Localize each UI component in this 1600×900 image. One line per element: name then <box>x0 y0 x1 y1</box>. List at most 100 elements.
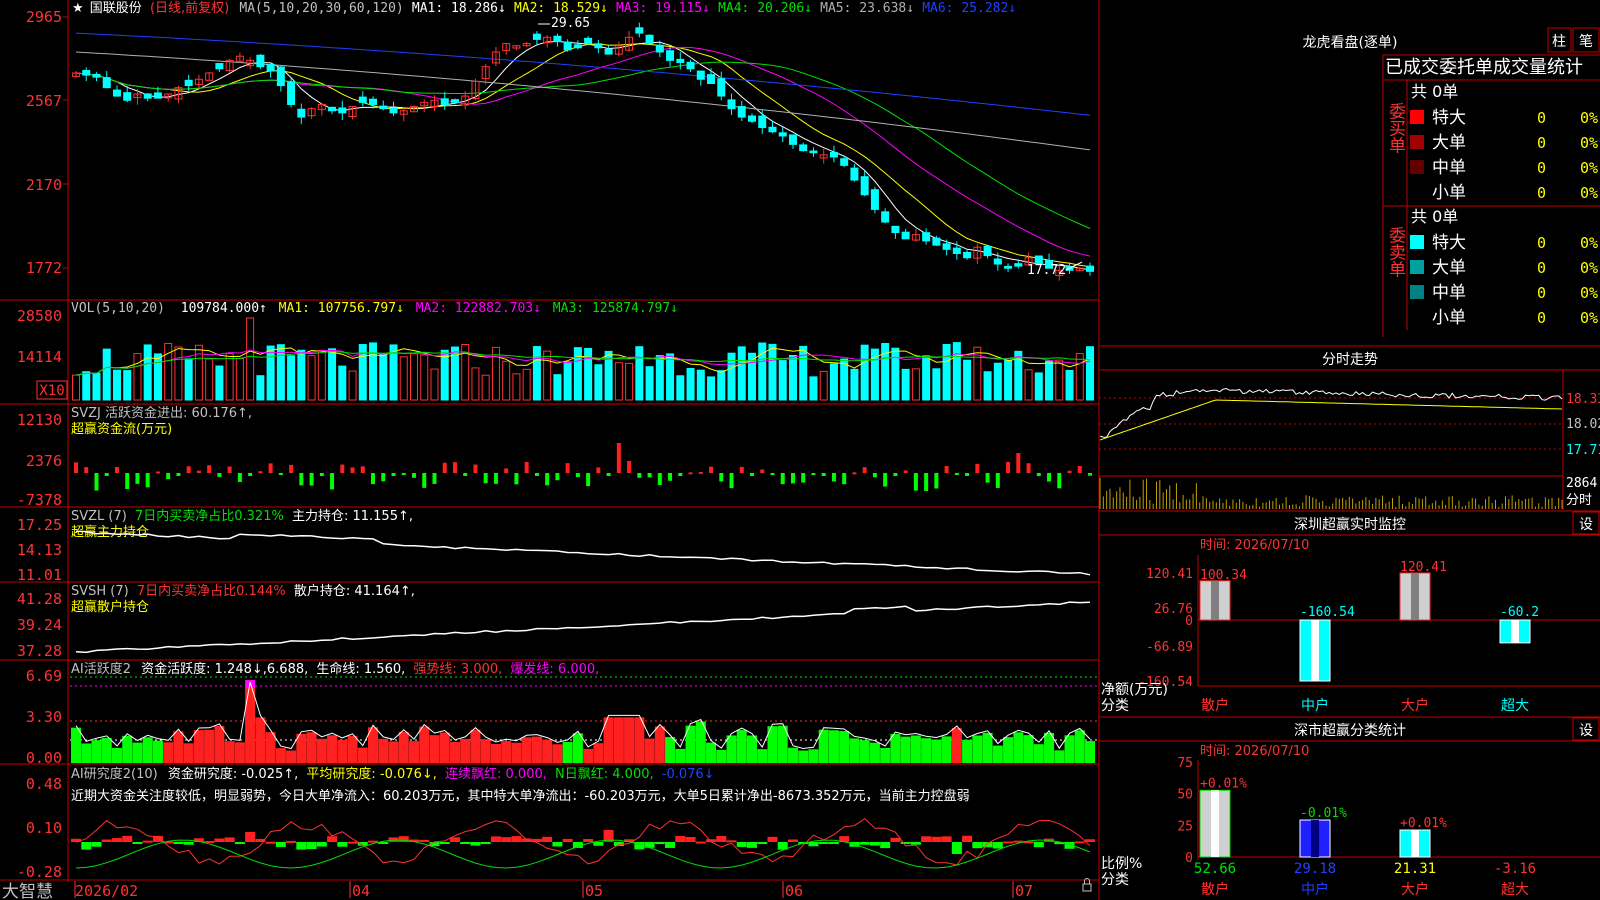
flow-bar <box>74 462 78 473</box>
candle-body <box>153 92 162 99</box>
stock-name: 国联股份 <box>90 1 142 16</box>
research-bar <box>501 837 512 842</box>
volume-bar <box>143 344 152 401</box>
ma5-value: MA5: 23.638↓ <box>820 1 914 16</box>
stats-category: 大户 <box>1401 881 1429 898</box>
active-bar <box>1033 744 1044 763</box>
ai-active-header: AI活跃度2 资金活跃度: 1.248↓,6.688, 生命线: 1.560, … <box>71 661 599 677</box>
volume-bar <box>266 345 275 401</box>
flow-bar <box>412 473 416 478</box>
flow-bar <box>1067 470 1072 473</box>
ma4-value: MA4: 20.206↓ <box>718 1 812 16</box>
active-bar <box>101 737 112 763</box>
research-bar <box>81 842 92 850</box>
flow-bar <box>422 473 427 488</box>
volume-bar <box>829 363 838 401</box>
sell-row-pct: 0% <box>1580 259 1598 277</box>
brand-logo: 大智慧 <box>2 882 53 900</box>
flow-bar <box>401 473 406 475</box>
svsh-sub: 超赢散户持仓 <box>71 599 149 615</box>
ai-research-y-tick: -0.28 <box>17 863 62 881</box>
flow-bar <box>104 473 109 476</box>
ai-active-y-tick: 0.00 <box>26 749 62 767</box>
active-bar <box>398 731 409 763</box>
ai-research-v3: 连续飘红: 0.000, <box>445 766 547 782</box>
flow-bar <box>330 473 335 490</box>
flow-bar <box>678 473 683 476</box>
candle-body <box>369 98 378 105</box>
flow-bar <box>340 464 345 473</box>
volume-bar <box>768 343 777 401</box>
candle-body <box>328 106 337 112</box>
ma2-value: MA2: 18.529↓ <box>514 1 608 16</box>
period-label[interactable]: (日线,前复权) <box>150 0 229 16</box>
flow-bar <box>842 473 847 485</box>
research-bar <box>931 836 942 842</box>
intraday-vol-label: 2864 <box>1566 476 1597 491</box>
research-bar <box>747 842 757 848</box>
flow-bar <box>350 467 355 473</box>
active-bar <box>747 735 757 763</box>
flow-bar <box>811 473 816 475</box>
active-bar <box>429 735 440 763</box>
svzj-y-tick: 12130 <box>17 411 62 429</box>
flow-bar <box>196 470 201 473</box>
volume-bar <box>881 342 890 401</box>
research-bar <box>490 836 501 842</box>
candle-body <box>82 69 91 76</box>
sell-row-pct: 0% <box>1580 309 1598 327</box>
active-bar <box>255 717 266 763</box>
active-bar <box>951 728 962 763</box>
research-bar <box>142 840 153 843</box>
flow-bar <box>145 473 150 488</box>
flow-bar <box>176 473 181 476</box>
flow-bar <box>299 473 304 486</box>
candle-body <box>92 73 101 78</box>
flow-bar <box>504 468 509 473</box>
volume-bar <box>635 346 644 401</box>
flow-bar <box>84 467 89 473</box>
monitor-y-tick: 120.41 <box>1146 567 1193 582</box>
ma6-value: MA6: 25.282↓ <box>922 1 1016 16</box>
flow-bar <box>1026 463 1031 473</box>
flow-bar <box>248 473 253 476</box>
active-bar <box>962 739 973 763</box>
ai-active-v3: 强势线: 3.000, <box>413 661 502 677</box>
flow-bar <box>371 473 376 485</box>
flow-bar <box>750 473 754 476</box>
ma3-value: MA3: 19.115↓ <box>616 1 710 16</box>
candle-body <box>932 237 941 246</box>
svsh-label: SVSH (7) <box>71 584 129 599</box>
buy-row-count: 0 <box>1537 109 1546 127</box>
flow-bar <box>821 473 826 476</box>
candle-body <box>338 107 347 114</box>
candle-body <box>850 167 859 181</box>
stats-y-tick: 25 <box>1177 819 1193 834</box>
stock-terminal: 2965 2567 2170 1772 ★ 国联股份 (日线,前复权) MA(5… <box>0 0 1600 900</box>
active-bar <box>1054 750 1065 763</box>
flow-bar <box>688 472 693 475</box>
svsh-y-tick: 37.28 <box>17 642 62 660</box>
ma-params: MA(5,10,20,30,60,120) <box>239 1 403 16</box>
star-icon[interactable]: ★ <box>72 1 84 16</box>
candle-body <box>870 189 879 210</box>
candle-body <box>266 63 275 72</box>
candle-body <box>809 150 818 154</box>
candle-body <box>922 232 931 242</box>
volume-bar <box>1086 346 1094 401</box>
research-bar <box>685 836 696 842</box>
candle-body <box>256 54 265 68</box>
flow-bar <box>463 473 468 476</box>
sell-row-color-swatch <box>1410 310 1424 324</box>
research-bar <box>890 837 901 842</box>
candle-body <box>143 93 152 99</box>
flow-bar <box>975 463 980 473</box>
ai-research-v5: -0.076↓ <box>662 767 715 782</box>
active-bar <box>439 732 450 763</box>
stats-ratio-value: 52.66 <box>1194 861 1236 877</box>
svzj-label: SVZJ 活跃资金进出: 60.176↑, <box>71 405 252 421</box>
candle-body <box>799 144 808 152</box>
active-bar <box>859 740 870 763</box>
active-bar <box>787 747 798 763</box>
vol-y-tick: 14114 <box>17 348 62 366</box>
